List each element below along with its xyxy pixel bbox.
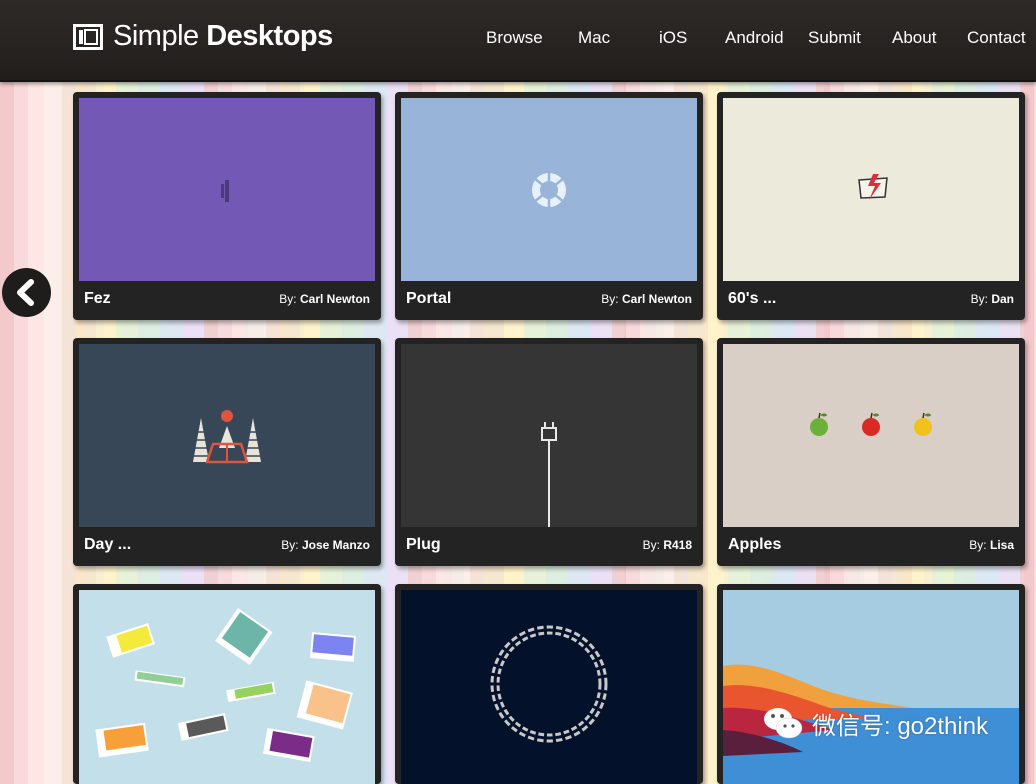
watermark-text: 微信号: go2think bbox=[812, 712, 989, 740]
nav-mac[interactable]: Mac bbox=[578, 28, 610, 48]
author-prefix: By: bbox=[601, 292, 619, 306]
logo-text: Simple Desktops bbox=[113, 20, 333, 53]
author-name[interactable]: Lisa bbox=[990, 538, 1014, 552]
wallpaper-thumbnail[interactable] bbox=[79, 344, 375, 527]
wallpaper-thumbnail[interactable] bbox=[401, 98, 697, 281]
portal-artwork bbox=[532, 171, 566, 209]
wallpaper-title[interactable]: Day ... bbox=[84, 536, 131, 554]
author-name[interactable]: Carl Newton bbox=[300, 292, 370, 306]
nav-contact[interactable]: Contact bbox=[967, 28, 1026, 48]
wallpaper-thumbnail[interactable] bbox=[723, 590, 1019, 784]
wallpaper-title[interactable]: Apples bbox=[728, 536, 781, 554]
wallpaper-author[interactable]: By: Jose Manzo bbox=[281, 538, 370, 552]
wechat-icon bbox=[764, 708, 803, 739]
monitor-icon bbox=[73, 23, 103, 50]
polaroids-artwork bbox=[95, 608, 356, 762]
site-logo[interactable]: Simple Desktops bbox=[73, 20, 333, 53]
fez-artwork bbox=[221, 180, 229, 202]
author-name[interactable]: Carl Newton bbox=[622, 292, 692, 306]
nav-about[interactable]: About bbox=[892, 28, 936, 48]
nav-android[interactable]: Android bbox=[725, 28, 784, 48]
wallpaper-card-day[interactable]: Day ... By: Jose Manzo bbox=[73, 338, 381, 566]
author-prefix: By: bbox=[969, 538, 987, 552]
wallpaper-title[interactable]: Plug bbox=[406, 536, 441, 554]
author-name[interactable]: Jose Manzo bbox=[302, 538, 370, 552]
wallpaper-thumbnail[interactable] bbox=[723, 98, 1019, 281]
logo-text-light: Simple bbox=[113, 20, 207, 52]
wallpaper-card-apples[interactable]: Apples By: Lisa bbox=[717, 338, 1025, 566]
plug-artwork bbox=[541, 422, 557, 527]
wallpaper-title[interactable]: Portal bbox=[406, 290, 451, 308]
logo-text-bold: Desktops bbox=[206, 20, 333, 52]
author-prefix: By: bbox=[642, 538, 660, 552]
camping-artwork bbox=[192, 410, 262, 464]
wallpaper-thumbnail[interactable] bbox=[79, 590, 375, 784]
wallpaper-author[interactable]: By: R418 bbox=[643, 538, 692, 552]
wallpaper-card-60s[interactable]: 60's ... By: Dan bbox=[717, 92, 1025, 320]
wallpaper-author[interactable]: By: Lisa bbox=[969, 538, 1014, 552]
wallpaper-card-portal[interactable]: Portal By: Carl Newton bbox=[395, 92, 703, 320]
site-header: Simple Desktops Browse Mac iOS Android S… bbox=[0, 0, 1036, 82]
nav-submit[interactable]: Submit bbox=[808, 28, 861, 48]
previous-page-button[interactable] bbox=[2, 268, 51, 317]
sixties-tv-artwork bbox=[858, 174, 888, 200]
author-prefix: By: bbox=[279, 292, 297, 306]
nav-ios[interactable]: iOS bbox=[659, 28, 687, 48]
wallpaper-card-coast[interactable] bbox=[717, 584, 1025, 784]
wallpaper-author[interactable]: By: Carl Newton bbox=[279, 292, 370, 306]
apples-artwork bbox=[810, 412, 932, 436]
wallpaper-thumbnail[interactable] bbox=[723, 344, 1019, 527]
chain-ring-artwork bbox=[490, 625, 608, 743]
nav-browse[interactable]: Browse bbox=[486, 28, 543, 48]
wechat-watermark: 微信号: go2think bbox=[762, 705, 988, 741]
author-name[interactable]: R418 bbox=[663, 538, 692, 552]
wallpaper-title[interactable]: Fez bbox=[84, 290, 111, 308]
author-name[interactable]: Dan bbox=[991, 292, 1014, 306]
wallpaper-card-polaroids[interactable] bbox=[73, 584, 381, 784]
author-prefix: By: bbox=[281, 538, 299, 552]
chevron-left-icon bbox=[17, 279, 34, 306]
wallpaper-card-chain[interactable] bbox=[395, 584, 703, 784]
wallpaper-card-fez[interactable]: Fez By: Carl Newton bbox=[73, 92, 381, 320]
coast-artwork bbox=[723, 664, 1019, 784]
wallpaper-thumbnail[interactable] bbox=[401, 590, 697, 784]
wallpaper-thumbnail[interactable] bbox=[79, 98, 375, 281]
wallpaper-card-plug[interactable]: Plug By: R418 bbox=[395, 338, 703, 566]
wallpaper-thumbnail[interactable] bbox=[401, 344, 697, 527]
wallpaper-title[interactable]: 60's ... bbox=[728, 290, 776, 308]
author-prefix: By: bbox=[970, 292, 988, 306]
wallpaper-author[interactable]: By: Carl Newton bbox=[601, 292, 692, 306]
wallpaper-author[interactable]: By: Dan bbox=[971, 292, 1014, 306]
